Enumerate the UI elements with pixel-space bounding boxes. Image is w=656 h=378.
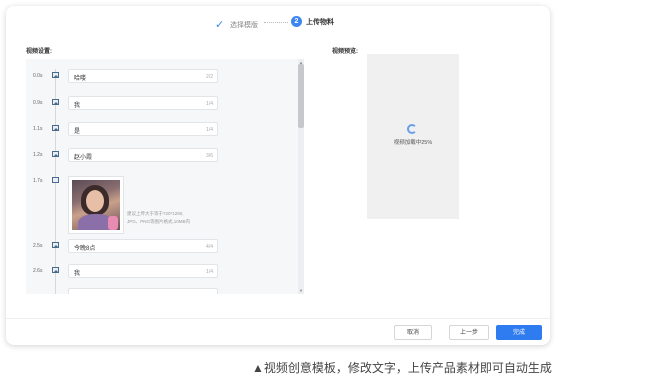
- upload-hint-line1: 建议上传大于等于720*1280,: [127, 211, 184, 216]
- step-upload-material: 2 上传物料: [291, 16, 334, 27]
- row-time: 2.5s: [33, 243, 43, 249]
- upload-hint-line2: JPG、PNG等图片格式,10MB内: [127, 219, 191, 224]
- list-item: 0.0s 哈喽 2/2: [26, 69, 304, 85]
- cancel-button[interactable]: 取消: [394, 325, 432, 340]
- list-item: [26, 288, 304, 294]
- char-count: 3/6: [206, 153, 213, 159]
- step-connector: [264, 22, 288, 23]
- text-field[interactable]: [68, 288, 218, 294]
- figure-caption: ▲视频创意模板，修改文字，上传产品素材即可自动生成: [252, 361, 552, 375]
- row-time: 1.1s: [33, 126, 43, 132]
- video-preview: 视频加载中25%: [367, 54, 459, 219]
- field-value: 赵小霞: [74, 155, 93, 161]
- stepper: ✓ 选择模版 2 上传物料: [6, 14, 550, 36]
- char-count: 1/4: [206, 127, 213, 133]
- text-field[interactable]: 我 1/4: [68, 96, 218, 110]
- char-count: 1/4: [206, 101, 213, 107]
- done-button[interactable]: 完成: [496, 325, 542, 340]
- field-value: 我: [74, 271, 81, 277]
- check-icon: ✓: [215, 19, 225, 31]
- field-value: 是: [74, 129, 81, 135]
- char-count: 1/4: [206, 269, 213, 275]
- spinner-icon: [407, 124, 417, 134]
- video-preview-label: 视频预览:: [332, 49, 358, 55]
- step1-label: 选择模版: [230, 21, 258, 29]
- preview-loading-status: 视频加载中25%: [393, 140, 433, 146]
- list-item: 0.9s 我 1/4: [26, 96, 304, 112]
- field-value: 我: [74, 103, 81, 109]
- list-item: 2.5s 今晚8点 4/4: [26, 239, 304, 255]
- image-icon: [52, 151, 59, 157]
- upload-material-dialog: ✓ 选择模版 2 上传物料 视频设置: 视频预览: 0.0s 哈喽 2/2 0.…: [6, 6, 550, 345]
- text-field[interactable]: 我 1/4: [68, 264, 218, 278]
- char-count: 4/4: [206, 244, 213, 250]
- row-time: 0.0s: [33, 73, 43, 79]
- image-icon: [52, 125, 59, 131]
- image-icon: [52, 242, 59, 248]
- image-icon: [52, 72, 59, 78]
- image-icon: [52, 99, 59, 105]
- text-field[interactable]: 哈喽 2/2: [68, 69, 218, 83]
- previous-step-button[interactable]: 上一步: [449, 325, 489, 340]
- step2-label: 上传物料: [306, 18, 334, 26]
- media-list-item: 1.7s 建议上传大于等于720*1280, JPG、PNG等图片格式,10MB…: [26, 176, 304, 236]
- video-settings-label: 视频设置:: [26, 49, 52, 55]
- row-time: 1.7s: [33, 178, 43, 184]
- scrollbar-thumb[interactable]: [298, 64, 304, 128]
- video-settings-list[interactable]: 0.0s 哈喽 2/2 0.9s 我 1/4 1.1s 是 1/4 1.2s 赵…: [26, 59, 304, 294]
- char-count: 2/2: [206, 74, 213, 80]
- text-field[interactable]: 赵小霞 3/6: [68, 148, 218, 162]
- image-upload-slot[interactable]: [68, 176, 124, 234]
- text-field[interactable]: 是 1/4: [68, 122, 218, 136]
- row-time: 0.9s: [33, 100, 43, 106]
- step2-number: 2: [291, 16, 302, 27]
- list-item: 1.1s 是 1/4: [26, 122, 304, 138]
- footer-divider: [6, 318, 550, 319]
- image-icon: [52, 267, 59, 273]
- text-field[interactable]: 今晚8点 4/4: [68, 239, 218, 253]
- scroll-up-icon[interactable]: ▲: [299, 60, 303, 65]
- upload-hint: 建议上传大于等于720*1280, JPG、PNG等图片格式,10MB内: [127, 210, 190, 226]
- row-time: 2.6s: [33, 268, 43, 274]
- row-time: 1.2s: [33, 152, 43, 158]
- scroll-down-icon[interactable]: ▼: [299, 288, 303, 293]
- step-select-template[interactable]: ✓ 选择模版: [215, 18, 258, 31]
- field-value: 哈喽: [74, 76, 87, 82]
- field-value: 今晚8点: [74, 246, 96, 252]
- list-item: 2.6s 我 1/4: [26, 264, 304, 280]
- image-icon: [52, 177, 59, 183]
- uploaded-image-thumbnail: [72, 180, 120, 230]
- list-item: 1.2s 赵小霞 3/6: [26, 148, 304, 164]
